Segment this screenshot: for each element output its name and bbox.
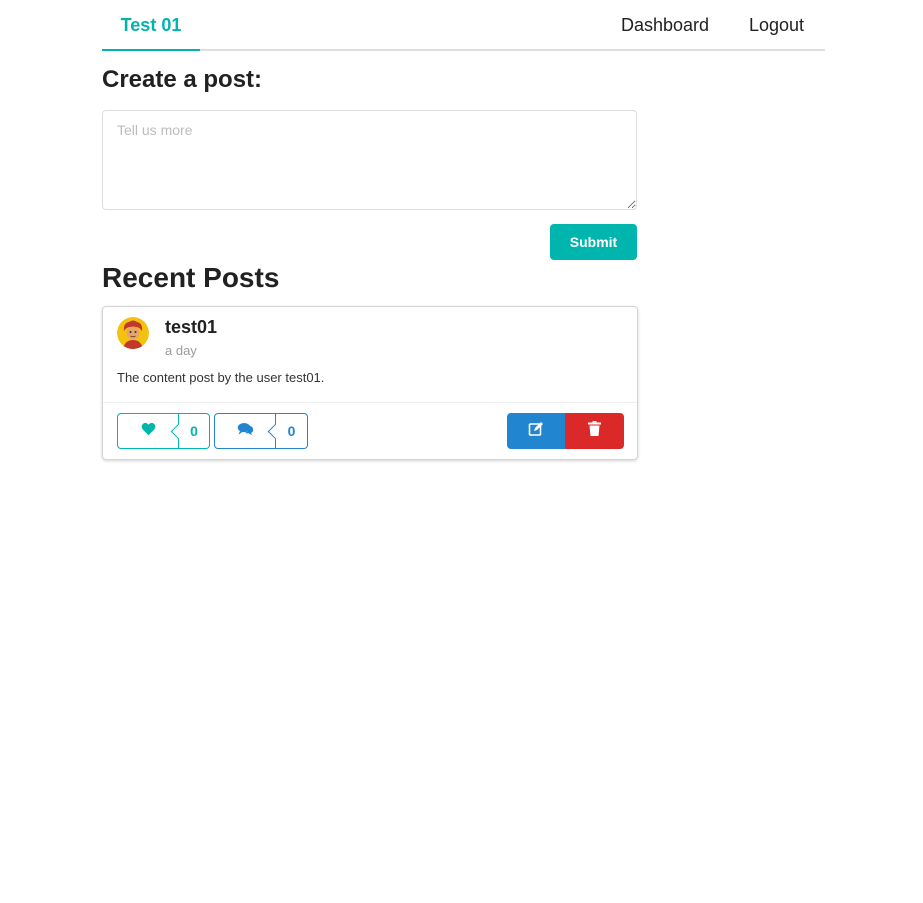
top-menu: Test 01 Dashboard Logout xyxy=(102,0,825,51)
like-button[interactable]: 0 xyxy=(117,413,210,449)
post-time: a day xyxy=(165,343,197,358)
nav-dashboard-link[interactable]: Dashboard xyxy=(621,0,709,51)
create-post-heading: Create a post: xyxy=(102,66,263,93)
comments-icon xyxy=(237,422,254,441)
delete-button[interactable] xyxy=(565,413,624,449)
post-content: The content post by the user test01. xyxy=(117,370,325,385)
comment-button[interactable]: 0 xyxy=(214,413,308,449)
avatar xyxy=(117,317,149,349)
edit-button[interactable] xyxy=(507,413,565,449)
heart-icon xyxy=(141,422,156,441)
post-content-input[interactable] xyxy=(102,110,637,210)
comment-count: 0 xyxy=(276,413,308,449)
submit-button[interactable]: Submit xyxy=(550,224,637,260)
recent-posts-heading: Recent Posts xyxy=(102,262,280,293)
post-author[interactable]: test01 xyxy=(165,317,217,338)
nav-brand-tab[interactable]: Test 01 xyxy=(102,0,200,51)
edit-icon xyxy=(528,421,544,442)
trash-icon xyxy=(588,421,601,441)
like-count: 0 xyxy=(179,413,210,449)
nav-logout-link[interactable]: Logout xyxy=(749,0,804,51)
card-divider xyxy=(103,402,637,403)
post-card: test01 a day The content post by the use… xyxy=(102,306,638,460)
